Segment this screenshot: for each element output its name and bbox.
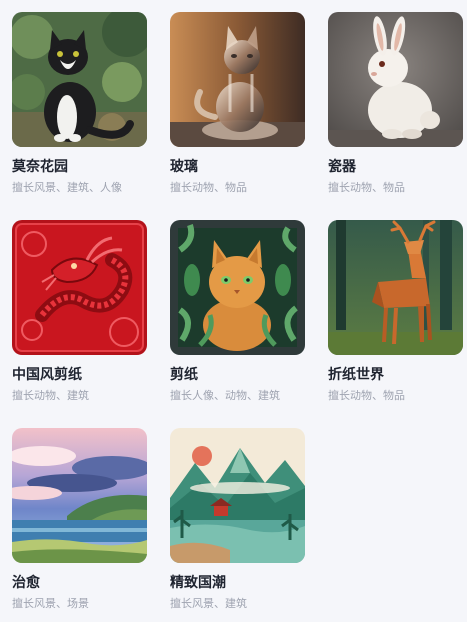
style-description: 擅长风景、建筑、人像 xyxy=(12,181,122,194)
seaside-landscape-image xyxy=(12,428,147,563)
style-title: 玻璃 xyxy=(170,159,198,175)
style-thumbnail[interactable] xyxy=(12,12,147,147)
paper-cut-cat-image xyxy=(170,220,305,355)
style-card-guochao[interactable]: 精致国潮 擅长风景、建筑 xyxy=(170,428,305,620)
porcelain-rabbit-image xyxy=(328,12,463,147)
style-title: 莫奈花园 xyxy=(12,159,68,175)
origami-deer-image xyxy=(328,220,463,355)
style-title: 精致国潮 xyxy=(170,575,226,591)
style-description: 擅长动物、物品 xyxy=(328,389,405,402)
style-thumbnail[interactable] xyxy=(170,12,305,147)
style-thumbnail[interactable] xyxy=(12,220,147,355)
style-card-porcelain[interactable]: 瓷器 擅长动物、物品 xyxy=(328,12,463,204)
style-title: 折纸世界 xyxy=(328,367,384,383)
glass-cat-image xyxy=(170,12,305,147)
chinese-landscape-image xyxy=(170,428,305,563)
paper-cut-dragon-image xyxy=(12,220,147,355)
style-description: 擅长人像、动物、建筑 xyxy=(170,389,280,402)
style-description: 擅长风景、场景 xyxy=(12,597,89,610)
style-grid: 莫奈花园 擅长风景、建筑、人像 玻璃 擅长动物、物品 瓷器 擅长动物、物品 中国… xyxy=(12,12,463,620)
style-title: 剪纸 xyxy=(170,367,198,383)
style-thumbnail[interactable] xyxy=(12,428,147,563)
style-card-chinese-papercut[interactable]: 中国风剪纸 擅长动物、建筑 xyxy=(12,220,147,412)
style-thumbnail[interactable] xyxy=(328,220,463,355)
style-card-origami[interactable]: 折纸世界 擅长动物、物品 xyxy=(328,220,463,412)
style-card-monet[interactable]: 莫奈花园 擅长风景、建筑、人像 xyxy=(12,12,147,204)
monet-cat-image xyxy=(12,12,147,147)
style-thumbnail[interactable] xyxy=(170,428,305,563)
style-description: 擅长风景、建筑 xyxy=(170,597,247,610)
style-card-papercut[interactable]: 剪纸 擅长人像、动物、建筑 xyxy=(170,220,305,412)
style-thumbnail[interactable] xyxy=(170,220,305,355)
style-card-healing[interactable]: 治愈 擅长风景、场景 xyxy=(12,428,147,620)
style-title: 瓷器 xyxy=(328,159,356,175)
style-title: 中国风剪纸 xyxy=(12,367,82,383)
style-description: 擅长动物、建筑 xyxy=(12,389,89,402)
style-description: 擅长动物、物品 xyxy=(170,181,247,194)
style-thumbnail[interactable] xyxy=(328,12,463,147)
style-card-glass[interactable]: 玻璃 擅长动物、物品 xyxy=(170,12,305,204)
style-title: 治愈 xyxy=(12,575,40,591)
style-description: 擅长动物、物品 xyxy=(328,181,405,194)
